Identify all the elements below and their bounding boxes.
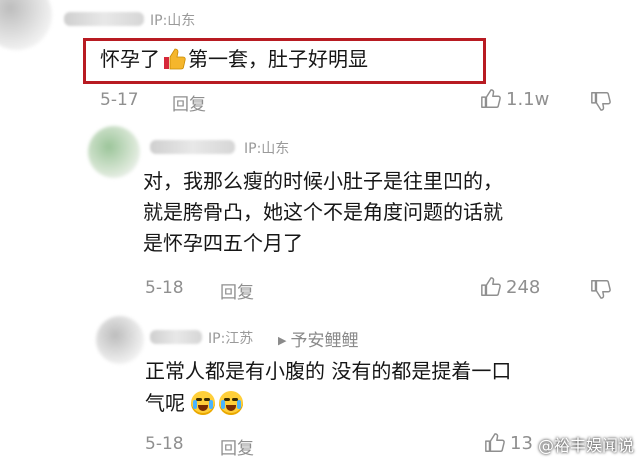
thumbs-up-emoji-icon — [162, 47, 186, 71]
like-count: 248 — [506, 276, 541, 298]
avatar[interactable] — [0, 0, 52, 50]
crying-laugh-emoji-icon — [191, 391, 216, 415]
like-button[interactable]: 1.1w — [480, 88, 549, 110]
dislike-button[interactable] — [590, 278, 612, 300]
like-count: 13 — [510, 432, 533, 454]
comment-text: 怀孕了 第一套，肚子好明显 — [100, 44, 368, 75]
comment-text-line-2: 气呢 — [145, 388, 247, 419]
comment-text-line-2-text: 气呢 — [145, 391, 185, 415]
thumbs-down-outline-icon — [590, 90, 612, 112]
username-blurred[interactable] — [64, 12, 144, 26]
comment-date: 5-18 — [145, 278, 184, 298]
reply-button[interactable]: 回复 — [220, 278, 254, 303]
watermark: @裕丰娱闻说 — [537, 436, 634, 455]
username-blurred[interactable] — [150, 330, 202, 344]
username-blurred[interactable] — [150, 140, 235, 154]
avatar[interactable] — [88, 126, 140, 178]
comment-date: 5-18 — [145, 434, 184, 454]
like-button[interactable]: 248 — [480, 276, 540, 298]
thumbs-up-outline-icon — [480, 276, 502, 298]
avatar[interactable] — [96, 316, 144, 364]
crying-laugh-emoji-icon — [219, 391, 244, 415]
thumbs-up-outline-icon — [480, 88, 502, 110]
ip-location: IP:山东 — [244, 141, 290, 157]
triangle-right-icon: ▶ — [278, 334, 287, 347]
comment-text-line-3: 是怀孕四五个月了 — [143, 231, 303, 255]
reply-button[interactable]: 回复 — [172, 90, 206, 115]
thumbs-down-outline-icon — [590, 278, 612, 300]
thumbs-up-outline-icon — [484, 432, 506, 454]
comment-text-part1: 怀孕了 — [100, 47, 160, 71]
ip-location: IP:江苏 — [208, 331, 254, 347]
reply-to-user[interactable]: ▶ 予安鲤鲤 — [278, 326, 358, 351]
reply-to-username: 予安鲤鲤 — [290, 331, 359, 351]
comment-text-line-1: 正常人都是有小腹的 没有的都是提着一口 — [145, 359, 512, 383]
like-count: 1.1w — [506, 88, 550, 110]
comment-1: IP:山东 怀孕了 第一套，肚子好明显 5-17 回复 1.1w — [0, 0, 640, 120]
comment-date: 5-17 — [100, 90, 139, 110]
comment-text-line-2: 就是胯骨凸，她这个不是角度问题的话就 — [143, 200, 503, 224]
dislike-button[interactable] — [590, 90, 612, 112]
comment-2: IP:山东 对，我那么瘦的时候小肚子是往里凹的， 就是胯骨凸，她这个不是角度问题… — [0, 120, 640, 310]
comment-text-part2: 第一套，肚子好明显 — [188, 47, 368, 71]
like-button[interactable]: 13 — [484, 432, 533, 454]
comment-text-line-1: 对，我那么瘦的时候小肚子是往里凹的， — [143, 169, 503, 193]
reply-button[interactable]: 回复 — [220, 434, 254, 459]
ip-location: IP:山东 — [150, 13, 196, 29]
